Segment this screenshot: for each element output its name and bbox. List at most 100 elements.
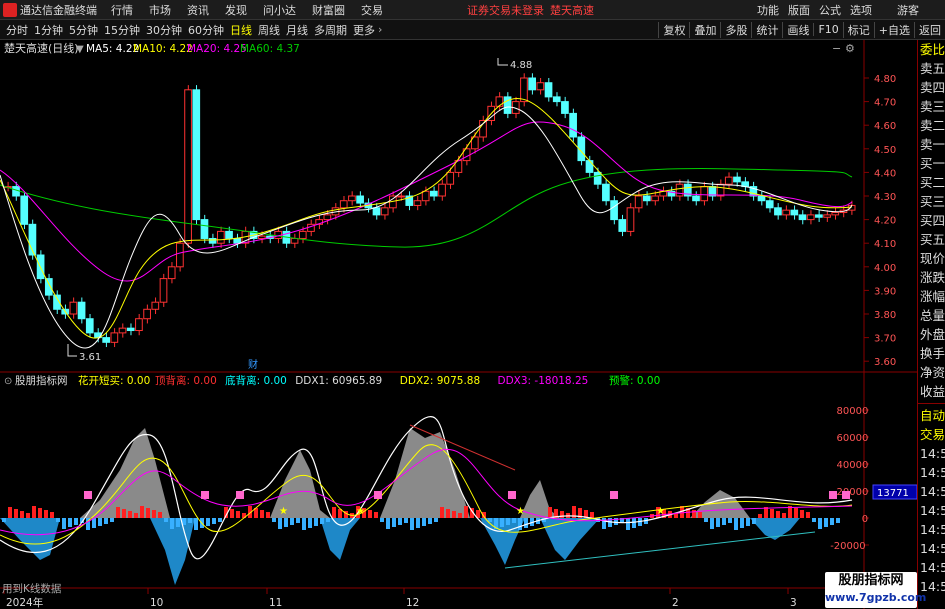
indicator-bar: [266, 512, 270, 518]
footer-note: 用到K线数据: [2, 582, 62, 595]
indicator-tick: 80000: [837, 406, 869, 417]
period-30min[interactable]: 30分钟: [146, 22, 182, 38]
signal-marker: [829, 491, 837, 499]
menu-trade[interactable]: 交易: [361, 2, 383, 18]
period-daily[interactable]: 日线: [230, 22, 252, 38]
indicator-value-label: 顶背离: 0.00: [155, 374, 217, 387]
indicator-value-label: 预警: 0.00: [609, 374, 660, 387]
menu-layout[interactable]: 版面: [788, 2, 810, 18]
tool-overlay[interactable]: 叠加: [689, 21, 720, 38]
period-more[interactable]: 更多: [353, 22, 375, 38]
current-value: 13771: [877, 488, 909, 499]
candle: [200, 219, 209, 239]
settings-icon[interactable]: ⚙: [845, 42, 855, 55]
tool-add-watchlist[interactable]: +自选: [873, 21, 914, 38]
tool-multi-stock[interactable]: 多股: [720, 21, 751, 38]
tool-back[interactable]: 返回: [914, 21, 945, 38]
period-15min[interactable]: 15分钟: [104, 22, 140, 38]
candle: [413, 200, 422, 206]
tool-stats[interactable]: 统计: [751, 21, 782, 38]
period-1min[interactable]: 1分钟: [34, 22, 63, 38]
menu-ask[interactable]: 问小达: [263, 2, 296, 18]
indicator-bar: [722, 518, 726, 525]
candle: [69, 301, 78, 315]
indicator-bar: [458, 513, 462, 518]
tool-f10[interactable]: F10: [813, 23, 842, 36]
menu-market[interactable]: 市场: [149, 2, 171, 18]
indicator-bar: [488, 518, 492, 522]
menu-discover[interactable]: 发现: [225, 2, 247, 18]
menu-wealth[interactable]: 财富圈: [312, 2, 345, 18]
candle: [643, 195, 651, 202]
candle: [733, 176, 741, 183]
quote-label: 委比: [920, 42, 945, 57]
candle: [356, 195, 364, 204]
trade-button[interactable]: 交易: [918, 425, 945, 444]
candle: [634, 195, 643, 209]
candle: [233, 237, 242, 244]
menu-function[interactable]: 功能: [757, 2, 779, 18]
quote-label: 总量: [920, 308, 945, 323]
candle: [159, 278, 168, 303]
indicator-bar: [734, 518, 738, 530]
minus-icon[interactable]: −: [832, 42, 841, 55]
tool-adjust[interactable]: 复权: [658, 21, 689, 38]
candle: [339, 200, 348, 209]
period-5min[interactable]: 5分钟: [69, 22, 98, 38]
period-60min[interactable]: 60分钟: [188, 22, 224, 38]
more-arrow-icon[interactable]: ›: [378, 23, 382, 36]
indicator-bar: [158, 512, 162, 518]
indicator-bar: [758, 514, 762, 518]
indicator-bar: [326, 518, 330, 522]
indicator-dropdown-icon[interactable]: ⊙: [4, 376, 12, 387]
indicator-bar: [560, 511, 564, 518]
tick-time: 14:56: [920, 522, 945, 537]
indicator-bar: [590, 512, 594, 518]
indicator-bar: [782, 513, 786, 518]
price-tick: 4.70: [874, 98, 896, 109]
indicator-bar: [626, 518, 630, 530]
candle: [700, 186, 709, 202]
indicator-bar: [320, 518, 324, 524]
period-weekly[interactable]: 周线: [258, 22, 280, 38]
indicator-bar: [284, 518, 288, 527]
quote-label: 卖一: [920, 137, 945, 152]
guest-label[interactable]: 游客: [897, 2, 919, 18]
indicator-bar: [392, 518, 396, 527]
period-monthly[interactable]: 月线: [286, 22, 308, 38]
menu-news[interactable]: 资讯: [187, 2, 209, 18]
tool-mark[interactable]: 标记: [842, 21, 874, 38]
quote-label: 外盘: [920, 327, 945, 342]
candle: [118, 327, 127, 334]
login-notice[interactable]: 证券交易未登录: [467, 2, 544, 18]
candle: [298, 230, 307, 239]
candle: [651, 195, 659, 202]
indicator-values: 花开短买: 0.00 顶背离: 0.00 底背离: 0.00 DDX1: 60965.…: [78, 374, 660, 387]
menu-quotes[interactable]: 行情: [111, 2, 133, 18]
menu-formula[interactable]: 公式: [819, 2, 841, 18]
signal-marker: [842, 491, 850, 499]
indicator-bar: [818, 518, 822, 529]
indicator-value-label: 花开短买: 0.00: [78, 374, 150, 387]
quote-label: 买三: [920, 194, 945, 209]
dropdown-icon[interactable]: ▼: [76, 44, 84, 55]
quote-label: 卖二: [920, 118, 945, 133]
period-multi[interactable]: 多周期: [314, 22, 347, 38]
time-tick: 2: [672, 597, 679, 609]
indicator-bar: [50, 512, 54, 518]
indicator-bar: [68, 518, 72, 527]
auto-trade-button[interactable]: 自动: [918, 406, 945, 425]
stock-chart[interactable]: 楚天高速(日线) ▼ MA5: 4.22 MA10: 4.22 MA20: 4.…: [0, 40, 917, 609]
indicator-bar: [524, 518, 528, 528]
quote-label: 收益: [920, 384, 945, 399]
indicator-bar: [74, 518, 78, 525]
period-tick[interactable]: 分时: [6, 22, 28, 38]
indicator-bar: [206, 518, 210, 526]
financial-event-marker[interactable]: 财: [248, 358, 258, 371]
menu-options[interactable]: 选项: [850, 2, 872, 18]
quote-label: 卖五: [920, 61, 945, 76]
tool-draw[interactable]: 画线: [782, 21, 813, 38]
candle: [765, 200, 774, 209]
indicator-bar: [824, 518, 828, 527]
indicator-bar: [440, 507, 444, 518]
